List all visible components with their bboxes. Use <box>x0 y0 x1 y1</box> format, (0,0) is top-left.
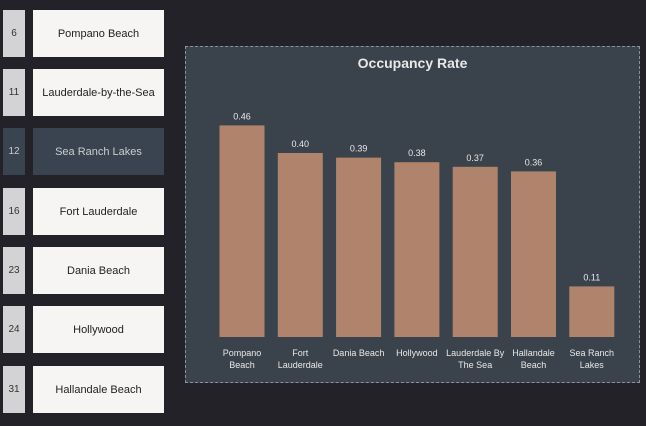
x-tick-label: Dania Beach <box>333 348 385 358</box>
x-tick-label: Lauderdale By <box>446 348 505 358</box>
x-tick-label: Fort <box>292 348 309 358</box>
x-tick-label: Pompano <box>223 348 262 358</box>
x-tick-label: Lakes <box>580 360 605 370</box>
data-label: 0.39 <box>350 144 368 154</box>
city-list: 6 Pompano Beach 11 Lauderdale-by-the-Sea 12 S… <box>0 0 170 426</box>
city-name-button[interactable]: Sea Ranch Lakes <box>33 128 164 175</box>
data-label: 0.38 <box>408 148 426 158</box>
x-tick-label: Hallandale <box>512 348 555 358</box>
rank-number: 24 <box>3 306 25 353</box>
bar <box>219 125 265 338</box>
city-name-button[interactable]: Pompano Beach <box>33 10 164 57</box>
chart-canvas: Occupancy Rate 0.46 Pompano Beach 0.40 Fort La… <box>219 55 615 370</box>
bar <box>277 153 323 337</box>
rank-number: 16 <box>3 188 25 235</box>
city-name-button[interactable]: Lauderdale-by-the-Sea <box>33 69 164 116</box>
bar <box>511 171 556 337</box>
city-name-button[interactable]: Hallandale Beach <box>33 366 164 413</box>
x-tick-label: Hollywood <box>396 348 438 358</box>
x-tick-label: Sea Ranch <box>570 348 615 358</box>
city-name-button[interactable]: Dania Beach <box>33 247 164 294</box>
x-tick-label: The Sea <box>458 360 492 370</box>
rank-number: 23 <box>3 247 25 294</box>
x-tick-label: Beach <box>521 360 547 370</box>
x-tick-label: Beach <box>229 360 255 370</box>
occupancy-rate-chart: Occupancy Rate 0.46 Pompano Beach 0.40 Fort La… <box>185 46 640 383</box>
chart-title: Occupancy Rate <box>358 55 468 71</box>
rank-number: 12 <box>3 128 25 175</box>
bar <box>569 286 615 337</box>
data-label: 0.40 <box>292 139 310 149</box>
rank-number: 31 <box>3 366 25 413</box>
data-label: 0.36 <box>525 157 543 167</box>
bar <box>336 157 382 337</box>
data-label: 0.11 <box>583 272 600 282</box>
bar <box>394 162 440 337</box>
rank-number: 6 <box>3 10 25 57</box>
city-name-button[interactable]: Hollywood <box>33 306 164 353</box>
bar <box>452 166 498 337</box>
x-tick-label: Lauderdale <box>278 360 323 370</box>
data-label: 0.37 <box>466 153 484 163</box>
data-label: 0.46 <box>233 111 251 121</box>
rank-number: 11 <box>3 69 25 116</box>
city-name-button[interactable]: Fort Lauderdale <box>33 188 164 235</box>
